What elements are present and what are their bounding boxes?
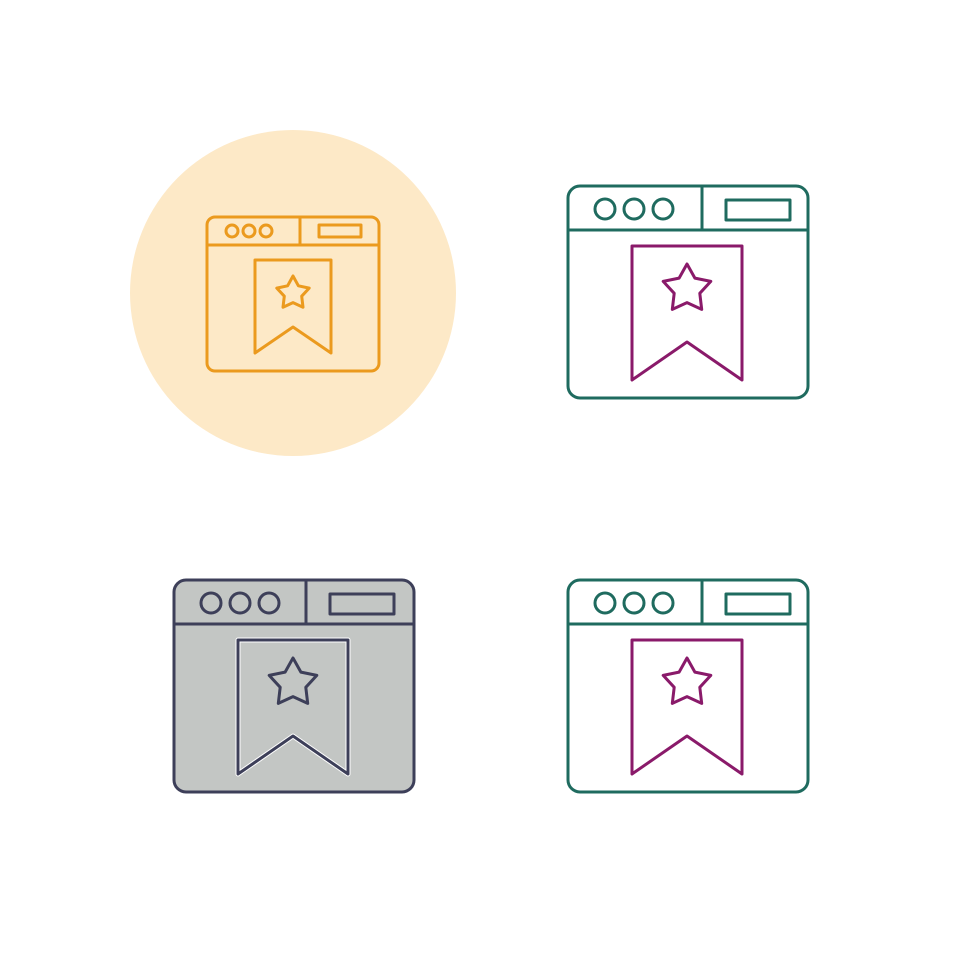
web-bookmark-icon xyxy=(566,184,810,400)
web-bookmark-icon xyxy=(172,578,416,794)
window-dot-icon xyxy=(651,197,675,221)
icon-variant-filled xyxy=(166,574,422,800)
icon-variant-circle xyxy=(130,130,456,456)
background-circle xyxy=(130,130,456,456)
address-bar xyxy=(724,198,792,222)
star-icon xyxy=(661,656,713,705)
web-bookmark-icon xyxy=(130,130,456,456)
web-bookmark-icon xyxy=(566,578,810,794)
window-dot-icon xyxy=(593,197,617,221)
icon-variant-two-tone-bottom xyxy=(560,574,816,800)
icon-sheet xyxy=(0,0,980,980)
address-bar xyxy=(724,592,792,616)
window-dot-icon xyxy=(622,197,646,221)
window-dot-icon xyxy=(651,591,675,615)
window-dot-icon xyxy=(593,591,617,615)
star-icon xyxy=(661,262,713,311)
icon-variant-two-tone-top xyxy=(560,180,816,406)
window-dot-icon xyxy=(622,591,646,615)
